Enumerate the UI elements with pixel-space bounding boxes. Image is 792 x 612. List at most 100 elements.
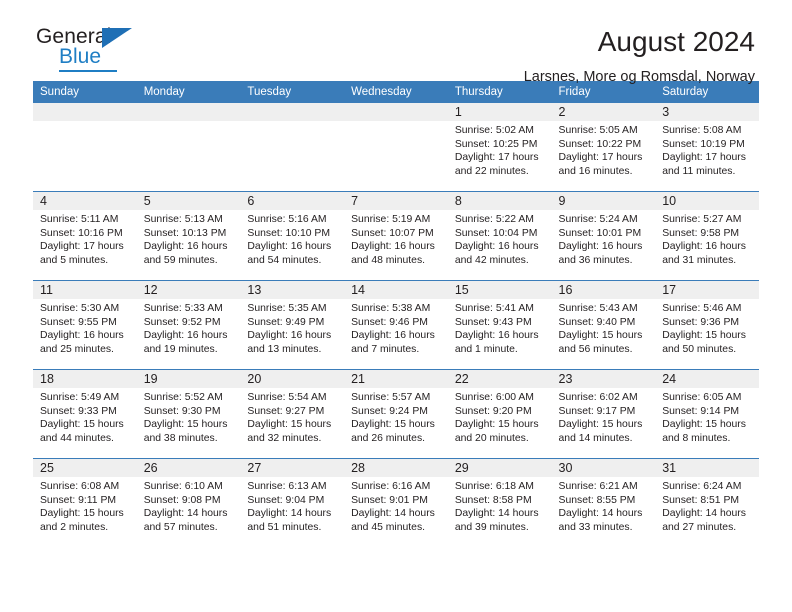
calendar-day-cell[interactable]: 13 Sunrise: 5:35 AM Sunset: 9:49 PM Dayligh… xyxy=(240,280,345,370)
sunrise-text: Sunrise: 5:24 AM xyxy=(558,214,638,225)
sunrise-text: Sunrise: 6:08 AM xyxy=(40,481,120,492)
sunrise-text: Sunrise: 5:52 AM xyxy=(143,392,223,403)
daylight-text: Daylight: 17 hours xyxy=(40,241,124,253)
sunrise-text: Sunrise: 6:05 AM xyxy=(662,392,742,403)
sunset-text: Sunset: 9:27 PM xyxy=(247,405,325,417)
day-cell-inner: 30 Sunrise: 6:21 AM Sunset: 8:55 PM Dayligh… xyxy=(551,459,656,547)
day-cell-inner: 9 Sunrise: 5:24 AM Sunset: 10:01 PM Dayligh… xyxy=(551,192,656,280)
daylight-text: and 38 minutes. xyxy=(143,432,218,444)
day-details: Sunrise: 5:33 AM Sunset: 9:52 PM Daylight:… xyxy=(137,299,241,356)
calendar-day-cell[interactable]: 2 Sunrise: 5:05 AM Sunset: 10:22 PM Dayligh… xyxy=(551,103,656,192)
logo-underline xyxy=(59,70,117,72)
daylight-text: and 16 minutes. xyxy=(558,165,633,177)
day-cell-inner: 20 Sunrise: 5:54 AM Sunset: 9:27 PM Dayligh… xyxy=(240,370,345,458)
calendar-day-cell[interactable]: 25 Sunrise: 6:08 AM Sunset: 9:11 PM Dayligh… xyxy=(33,458,137,547)
day-cell-inner xyxy=(344,103,448,191)
calendar-day-cell[interactable]: 8 Sunrise: 5:22 AM Sunset: 10:04 PM Dayligh… xyxy=(447,191,552,281)
calendar-day-cell[interactable]: 3 Sunrise: 5:08 AM Sunset: 10:19 PM Dayligh… xyxy=(655,103,759,192)
calendar-day-cell[interactable]: 31 Sunrise: 6:24 AM Sunset: 8:51 PM Dayligh… xyxy=(655,458,759,547)
daylight-text: and 31 minutes. xyxy=(662,254,737,266)
daylight-text: Daylight: 14 hours xyxy=(247,508,332,520)
daylight-text: Daylight: 14 hours xyxy=(351,508,435,520)
calendar-day-cell[interactable]: 4 Sunrise: 5:11 AM Sunset: 10:16 PM Dayligh… xyxy=(33,191,137,281)
sunset-text: Sunset: 9:14 PM xyxy=(662,405,740,417)
sunrise-text: Sunrise: 5:19 AM xyxy=(351,214,431,225)
calendar-day-cell[interactable]: 23 Sunrise: 6:02 AM Sunset: 9:17 PM Dayligh… xyxy=(551,369,656,459)
calendar-day-cell[interactable]: 6 Sunrise: 5:16 AM Sunset: 10:10 PM Dayligh… xyxy=(240,191,345,281)
day-cell-inner: 4 Sunrise: 5:11 AM Sunset: 10:16 PM Dayligh… xyxy=(33,192,137,280)
daylight-text: Daylight: 15 hours xyxy=(454,419,539,431)
sunset-text: Sunset: 9:08 PM xyxy=(143,494,221,506)
sunrise-text: Sunrise: 5:16 AM xyxy=(247,214,327,225)
calendar-day-cell[interactable]: 19 Sunrise: 5:52 AM Sunset: 9:30 PM Dayligh… xyxy=(136,369,241,459)
daylight-text: Daylight: 15 hours xyxy=(558,330,643,342)
sunrise-text: Sunrise: 5:43 AM xyxy=(558,303,638,314)
calendar-day-cell[interactable]: 30 Sunrise: 6:21 AM Sunset: 8:55 PM Dayligh… xyxy=(551,458,656,547)
sunrise-text: Sunrise: 6:13 AM xyxy=(247,481,327,492)
daylight-text: Daylight: 16 hours xyxy=(247,330,332,342)
daylight-text: and 59 minutes. xyxy=(143,254,218,266)
day-cell-inner: 16 Sunrise: 5:43 AM Sunset: 9:40 PM Dayligh… xyxy=(551,281,656,369)
day-number: 7 xyxy=(344,192,448,210)
daylight-text: Daylight: 15 hours xyxy=(558,419,643,431)
calendar-day-cell[interactable]: 16 Sunrise: 5:43 AM Sunset: 9:40 PM Dayligh… xyxy=(551,280,656,370)
daylight-text: and 26 minutes. xyxy=(351,432,426,444)
daylight-text: and 2 minutes. xyxy=(40,521,109,533)
day-cell-inner: 28 Sunrise: 6:16 AM Sunset: 9:01 PM Dayligh… xyxy=(344,459,448,547)
calendar-week-row: 25 Sunrise: 6:08 AM Sunset: 9:11 PM Dayligh… xyxy=(33,458,759,547)
calendar-day-cell[interactable]: 12 Sunrise: 5:33 AM Sunset: 9:52 PM Dayligh… xyxy=(136,280,241,370)
day-details: Sunrise: 6:00 AM Sunset: 9:20 PM Daylight:… xyxy=(448,388,552,445)
calendar-day-cell[interactable]: 22 Sunrise: 6:00 AM Sunset: 9:20 PM Dayligh… xyxy=(447,369,552,459)
day-details: Sunrise: 5:13 AM Sunset: 10:13 PM Daylight… xyxy=(137,210,241,267)
daylight-text: Daylight: 17 hours xyxy=(558,152,643,164)
day-details: Sunrise: 5:22 AM Sunset: 10:04 PM Daylight… xyxy=(448,210,552,267)
sunset-text: Sunset: 8:55 PM xyxy=(558,494,636,506)
sunset-text: Sunset: 9:17 PM xyxy=(558,405,636,417)
daylight-text: and 1 minute. xyxy=(454,343,518,355)
calendar-day-cell-empty xyxy=(33,103,137,192)
day-details: Sunrise: 5:54 AM Sunset: 9:27 PM Daylight:… xyxy=(240,388,344,445)
day-number: 24 xyxy=(655,370,759,388)
day-number: 8 xyxy=(447,192,552,210)
day-number: 22 xyxy=(447,370,552,388)
calendar-day-cell[interactable]: 24 Sunrise: 6:05 AM Sunset: 9:14 PM Dayligh… xyxy=(655,369,759,459)
day-details: Sunrise: 5:30 AM Sunset: 9:55 PM Daylight:… xyxy=(33,299,137,356)
sunset-text: Sunset: 9:46 PM xyxy=(351,316,428,328)
daylight-text: Daylight: 15 hours xyxy=(143,419,228,431)
daylight-text: and 33 minutes. xyxy=(558,521,633,533)
calendar-day-cell[interactable]: 27 Sunrise: 6:13 AM Sunset: 9:04 PM Dayligh… xyxy=(240,458,345,547)
day-cell-inner: 25 Sunrise: 6:08 AM Sunset: 9:11 PM Dayligh… xyxy=(33,459,137,547)
day-number: 15 xyxy=(447,281,552,299)
calendar-day-cell[interactable]: 17 Sunrise: 5:46 AM Sunset: 9:36 PM Dayligh… xyxy=(655,280,759,370)
sunrise-text: Sunrise: 5:57 AM xyxy=(351,392,431,403)
calendar-day-cell[interactable]: 9 Sunrise: 5:24 AM Sunset: 10:01 PM Dayligh… xyxy=(551,191,656,281)
calendar-day-cell[interactable]: 21 Sunrise: 5:57 AM Sunset: 9:24 PM Dayligh… xyxy=(344,369,448,459)
calendar-day-cell[interactable]: 15 Sunrise: 5:41 AM Sunset: 9:43 PM Dayligh… xyxy=(447,280,552,370)
calendar-day-cell[interactable]: 7 Sunrise: 5:19 AM Sunset: 10:07 PM Dayligh… xyxy=(344,191,448,281)
daylight-text: and 22 minutes. xyxy=(454,165,529,177)
day-details: Sunrise: 5:41 AM Sunset: 9:43 PM Daylight:… xyxy=(448,299,552,356)
calendar-day-cell[interactable]: 28 Sunrise: 6:16 AM Sunset: 9:01 PM Dayligh… xyxy=(344,458,448,547)
daylight-text: Daylight: 17 hours xyxy=(454,152,539,164)
calendar-day-cell[interactable]: 11 Sunrise: 5:30 AM Sunset: 9:55 PM Dayligh… xyxy=(33,280,137,370)
day-details: Sunrise: 6:16 AM Sunset: 9:01 PM Daylight:… xyxy=(344,477,448,534)
day-number: 19 xyxy=(136,370,241,388)
day-number: 6 xyxy=(240,192,345,210)
calendar-day-cell[interactable]: 29 Sunrise: 6:18 AM Sunset: 8:58 PM Dayligh… xyxy=(447,458,552,547)
calendar-day-cell[interactable]: 10 Sunrise: 5:27 AM Sunset: 9:58 PM Dayligh… xyxy=(655,191,759,281)
calendar-day-cell[interactable]: 5 Sunrise: 5:13 AM Sunset: 10:13 PM Dayligh… xyxy=(136,191,241,281)
day-details: Sunrise: 5:24 AM Sunset: 10:01 PM Daylight… xyxy=(552,210,656,267)
day-details: Sunrise: 6:05 AM Sunset: 9:14 PM Daylight:… xyxy=(655,388,759,445)
calendar-day-cell[interactable]: 1 Sunrise: 5:02 AM Sunset: 10:25 PM Dayligh… xyxy=(447,103,552,192)
calendar-day-cell[interactable]: 26 Sunrise: 6:10 AM Sunset: 9:08 PM Dayligh… xyxy=(136,458,241,547)
day-number: 30 xyxy=(551,459,656,477)
calendar-day-cell[interactable]: 18 Sunrise: 5:49 AM Sunset: 9:33 PM Dayligh… xyxy=(33,369,137,459)
day-cell-inner: 17 Sunrise: 5:46 AM Sunset: 9:36 PM Dayligh… xyxy=(655,281,759,369)
day-number: 14 xyxy=(344,281,448,299)
calendar-day-cell[interactable]: 20 Sunrise: 5:54 AM Sunset: 9:27 PM Dayligh… xyxy=(240,369,345,459)
daylight-text: and 5 minutes. xyxy=(40,254,109,266)
calendar-day-cell[interactable]: 14 Sunrise: 5:38 AM Sunset: 9:46 PM Dayligh… xyxy=(344,280,448,370)
day-number: 5 xyxy=(136,192,241,210)
day-cell-inner: 27 Sunrise: 6:13 AM Sunset: 9:04 PM Dayligh… xyxy=(240,459,345,547)
daylight-text: Daylight: 16 hours xyxy=(351,330,435,342)
